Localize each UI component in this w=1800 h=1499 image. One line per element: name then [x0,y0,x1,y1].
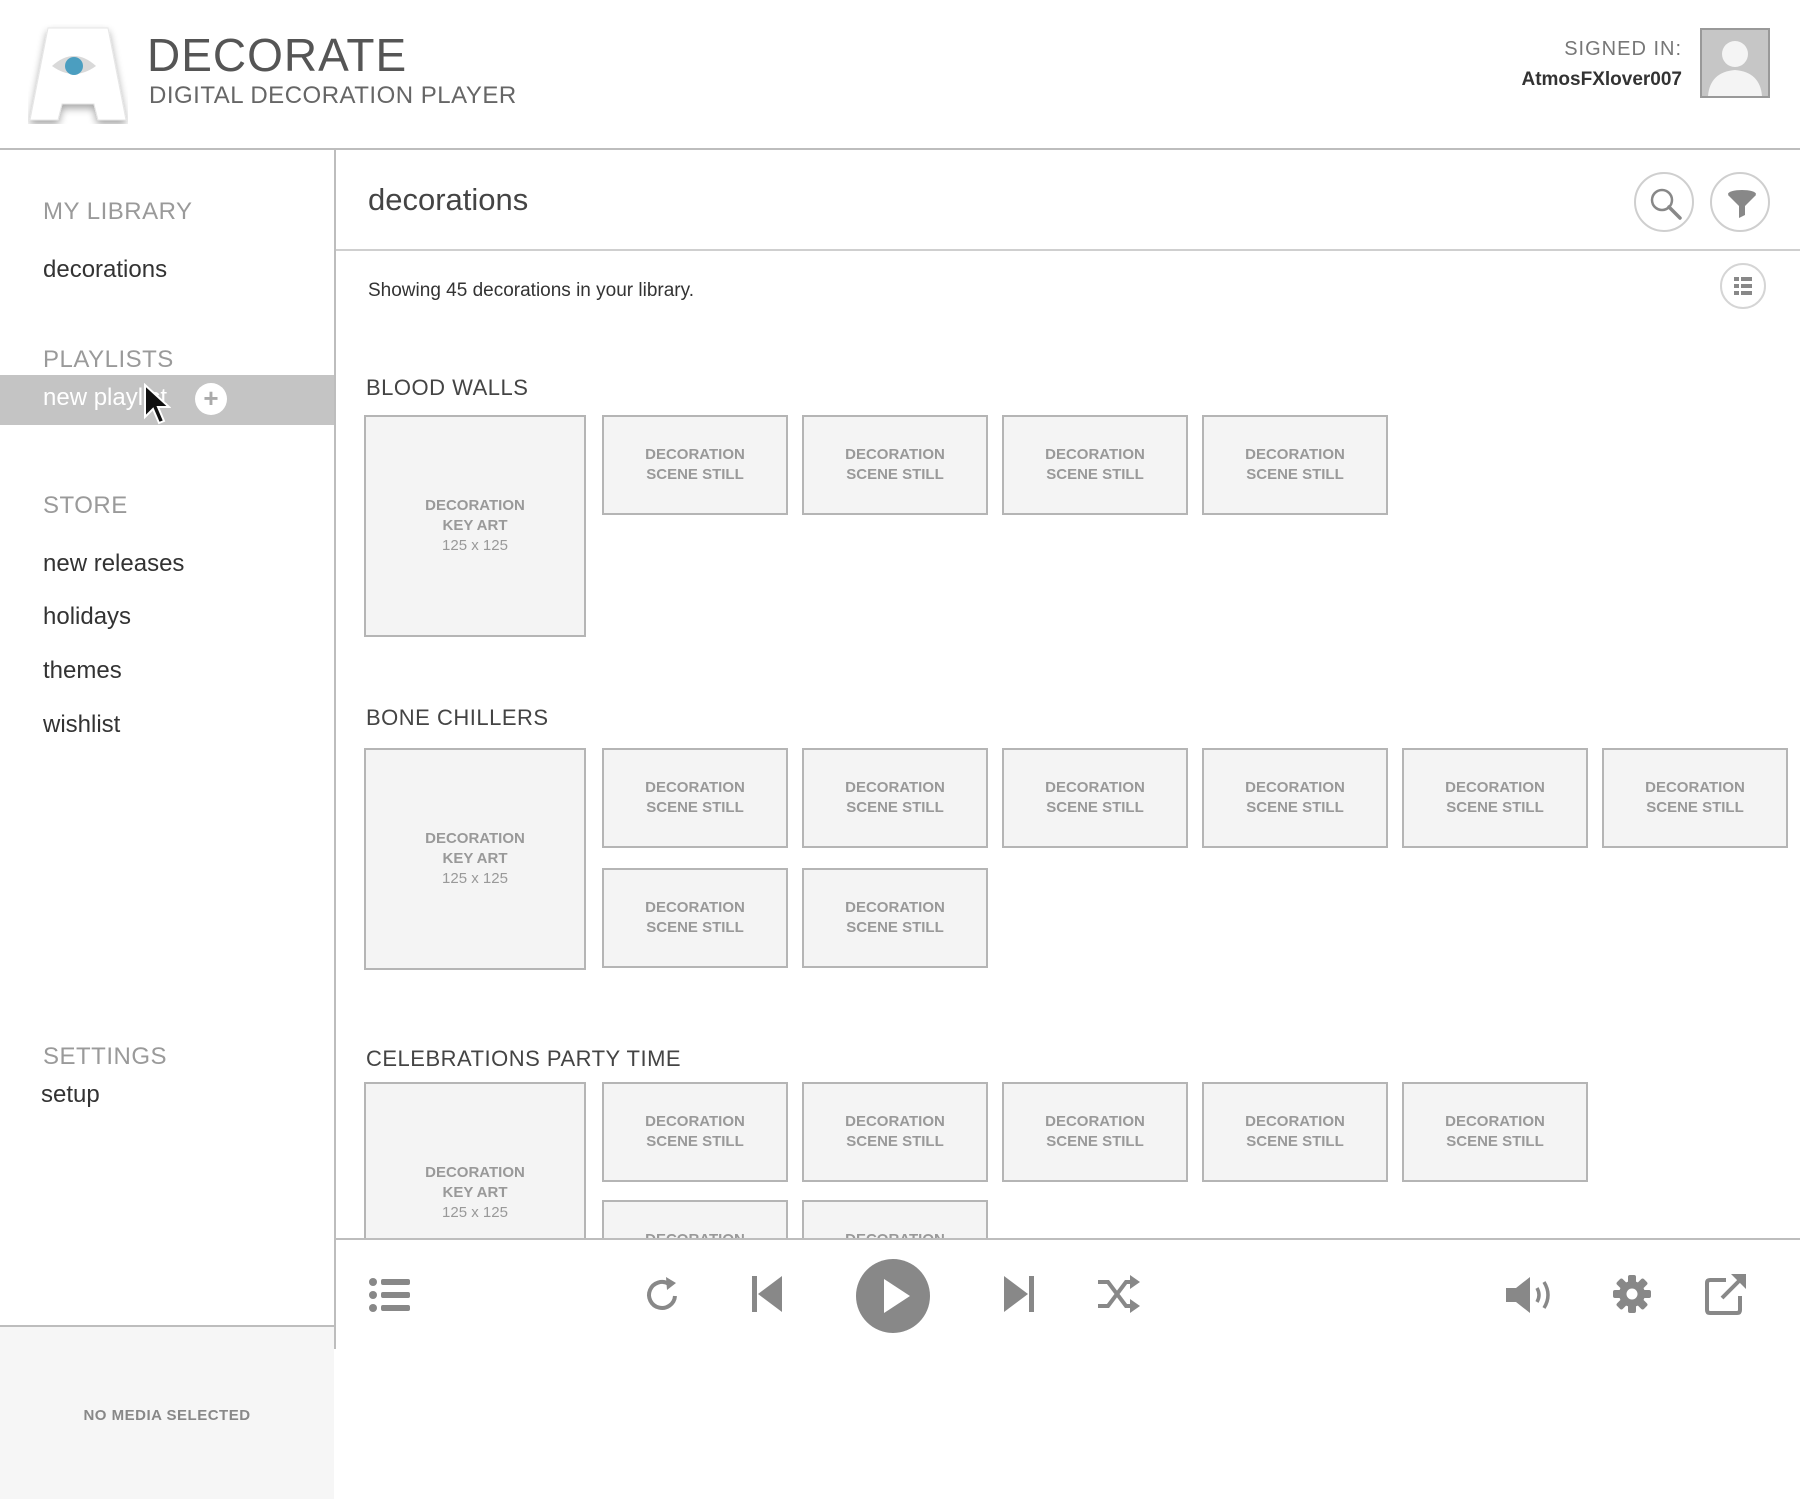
section-title: BONE CHILLERS [366,705,549,730]
scene-still-label: DECORATIONSCENE STILL [1245,446,1345,483]
section-title: BLOOD WALLS [366,375,529,400]
key-art-tile[interactable]: DECORATION KEY ART 125 x 125 [364,415,586,637]
plus-icon: + [203,383,219,413]
scene-still-tile[interactable]: DECORATIONSCENE STILL [802,868,988,968]
sidebar-item-decorations[interactable]: decorations [43,256,167,284]
scene-still-tile[interactable]: DECORATIONSCENE STILL [1202,1082,1388,1182]
scene-still-label: DECORATIONSCENE STILL [645,1113,745,1150]
scene-still-label: DECORATIONSCENE STILL [645,779,745,816]
scene-still-tile[interactable]: DECORATIONSCENE STILL [1402,1082,1588,1182]
main-header: decorations [336,150,1800,251]
key-art-tile[interactable]: DECORATION KEY ART 125 x 125 [364,1082,586,1240]
avatar[interactable] [1700,28,1770,98]
username[interactable]: AtmosFXlover007 [1521,69,1682,91]
app-header: DECORATE DIGITAL DECORATION PLAYER SIGNE… [0,0,1800,150]
store-heading: STORE [43,492,128,519]
key-art-line2: KEY ART [442,517,508,534]
key-art-line1: DECORATION [425,830,525,847]
now-playing-panel: NO MEDIA SELECTED [0,1325,334,1499]
library-count-text: Showing 45 decorations in your library. [368,280,694,301]
app-subtitle: DIGITAL DECORATION PLAYER [149,82,517,109]
sidebar-item-holidays[interactable]: holidays [43,603,131,631]
playlists-heading: PLAYLISTS [43,346,174,373]
scene-still-label: DECORATIONSCENE STILL [845,1113,945,1150]
sidebar-item-new-releases[interactable]: new releases [43,550,184,578]
settings-heading: SETTINGS [43,1043,168,1070]
scene-still-label: DECORATIONSCENE STILL [1445,779,1545,816]
key-art-size: 125 x 125 [442,870,508,887]
scene-still-label: DECORATIONSCENE STILL [1245,779,1345,816]
play-button[interactable] [854,1257,932,1335]
scene-still-label: DECORATIONSCENE STILL [645,899,745,936]
scene-still-label: DECORATIONSCENE STILL [1645,779,1745,816]
page-title: decorations [368,182,529,217]
add-playlist-button[interactable]: + [195,383,227,415]
volume-icon[interactable] [1504,1274,1558,1316]
now-playing-status: NO MEDIA SELECTED [83,1407,251,1424]
player-bar [336,1238,1800,1349]
key-art-size: 125 x 125 [442,1204,508,1221]
search-icon [1650,188,1682,220]
queue-list-icon[interactable] [368,1276,412,1314]
sidebar-item-wishlist[interactable]: wishlist [43,711,120,739]
key-art-line2: KEY ART [442,850,508,867]
scene-still-tile[interactable]: DECORATIONSCENE STILL [602,868,788,968]
scene-still-tile[interactable]: DECORATIONSCENE STILL [1002,1082,1188,1182]
scene-still-tile[interactable]: DECORATIONSCENE STILL [1002,748,1188,848]
filter-icon [1728,190,1756,218]
sidebar-item-themes[interactable]: themes [43,657,122,685]
next-icon[interactable] [1002,1272,1036,1316]
previous-icon[interactable] [750,1272,784,1316]
mouse-cursor-icon [144,383,171,425]
scene-still-tile[interactable]: DECORATIONSCENE STILL [802,1082,988,1182]
shuffle-icon[interactable] [1096,1274,1142,1314]
scene-still-label: DECORATIONSCENE STILL [1045,1113,1145,1150]
settings-gear-icon[interactable] [1612,1274,1652,1314]
scene-still-label: DECORATIONSCENE STILL [1445,1113,1545,1150]
scene-still-label: DECORATIONSCENE STILL [1045,779,1145,816]
scene-still-tile[interactable]: DECORATIONSCENE STILL [602,415,788,515]
key-art-size: 125 x 125 [442,537,508,554]
scene-still-tile[interactable]: DECORATIONSCENE STILL [802,748,988,848]
scene-still-tile[interactable]: DECORATIONSCENE STILL [1202,748,1388,848]
key-art-line1: DECORATION [425,497,525,514]
scene-still-tile[interactable]: DECORATIONSCENE STILL [602,1200,788,1240]
sidebar-item-setup[interactable]: setup [41,1081,100,1109]
user-silhouette-icon [1702,30,1768,96]
key-art-tile[interactable]: DECORATION KEY ART 125 x 125 [364,748,586,970]
scene-still-label: DECORATIONSCENE STILL [1045,446,1145,483]
key-art-line1: DECORATION [425,1164,525,1181]
scene-still-tile[interactable]: DECORATIONSCENE STILL [1602,748,1788,848]
repeat-icon[interactable] [642,1274,684,1316]
scene-still-tile[interactable]: DECORATIONSCENE STILL [602,748,788,848]
scene-still-label: DECORATIONSCENE STILL [845,446,945,483]
search-button[interactable] [1634,172,1694,232]
scene-still-tile[interactable]: DECORATIONSCENE STILL [602,1082,788,1182]
scene-still-label: DECORATIONSCENE STILL [845,899,945,936]
scene-still-tile[interactable]: DECORATIONSCENE STILL [802,415,988,515]
library-heading: MY LIBRARY [43,198,193,225]
scene-still-label: DECORATIONSCENE STILL [645,446,745,483]
scene-still-label: DECORATIONSCENE STILL [1245,1113,1345,1150]
view-toggle-button[interactable] [1720,263,1766,309]
signed-in-label: SIGNED IN: [1564,38,1682,60]
scene-still-label: DECORATIONSCENE STILL [845,779,945,816]
external-output-icon[interactable] [1704,1272,1748,1316]
scene-still-tile[interactable]: DECORATIONSCENE STILL [802,1200,988,1240]
key-art-line2: KEY ART [442,1184,508,1201]
library-content: BLOOD WALLS DECORATION KEY ART 125 x 125 D… [336,320,1800,1240]
filter-button[interactable] [1710,172,1770,232]
grid-view-icon [1734,277,1752,295]
scene-still-tile[interactable]: DECORATIONSCENE STILL [1402,748,1588,848]
scene-still-tile[interactable]: DECORATIONSCENE STILL [1002,415,1188,515]
eye-logo-icon [29,27,127,121]
app-title: DECORATE [147,29,408,81]
section-title: CELEBRATIONS PARTY TIME [366,1046,682,1071]
sidebar: MY LIBRARY decorations PLAYLISTS new pla… [0,150,336,1499]
scene-still-tile[interactable]: DECORATIONSCENE STILL [1202,415,1388,515]
